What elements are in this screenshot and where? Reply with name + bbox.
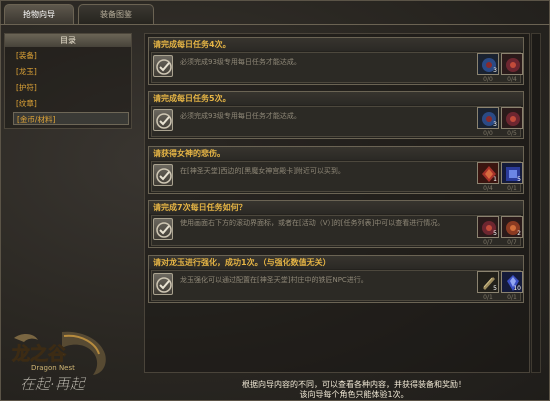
dragon-nest-logo-icon: 龙之谷 Dragon Nest 在起·再起 — [12, 331, 106, 393]
reward-count: 3 — [493, 121, 497, 128]
reward-progress: 0/0 — [483, 130, 493, 137]
quest-card: 请获得女神的悲伤。 在[神圣天堂]西边的[黑魔女神宫殿卡]附近可以买到。 1 5… — [148, 146, 524, 194]
scroll-icon[interactable]: 5 — [477, 271, 499, 293]
scrollbar[interactable] — [531, 33, 541, 373]
reward-progress: 0/1 — [507, 185, 517, 192]
quest-card: 请完成每日任务4次。 必须完成93级专用每日任务才能达成。 3 0/0 0/4 — [148, 37, 524, 85]
tab-bar: 抢物向导 装备图鉴 — [4, 4, 154, 24]
red-orb-icon[interactable] — [501, 107, 523, 129]
reward-count: 3 — [493, 67, 497, 74]
reward-count: 2 — [517, 230, 521, 237]
tab-loot-guide[interactable]: 抢物向导 — [4, 4, 74, 24]
footer-line-2: 该向导每个角色只能体验1次。 — [299, 390, 409, 399]
red-orb-icon[interactable] — [501, 53, 523, 75]
reward-count: 5 — [493, 230, 497, 237]
tab-divider — [0, 24, 550, 25]
reward-progress: 0/0 — [483, 76, 493, 83]
blue-orb-icon[interactable]: 3 — [477, 53, 499, 75]
sidebar: 目录 [装备] [龙玉] [护符] [纹章] [金币/材料] — [4, 33, 132, 129]
check-icon — [153, 218, 173, 240]
footer-line-1: 根据向导内容的不同，可以查看各种内容，并获得装备和奖励！ — [242, 380, 466, 389]
red-orb-icon[interactable]: 2 — [501, 216, 523, 238]
svg-text:在起·再起: 在起·再起 — [20, 375, 87, 393]
red-orb-icon[interactable]: 5 — [477, 216, 499, 238]
sidebar-title: 目录 — [5, 34, 131, 47]
reward-count: 10 — [513, 285, 521, 292]
check-icon — [153, 55, 173, 77]
reward-progress: 0/4 — [507, 76, 517, 83]
quest-description: 必须完成93级专用每日任务才能达成。 — [180, 58, 301, 66]
quest-card: 请完成7次每日任务如何？ 使用画面右下方的滚动界面标，或者在[活动（V）]的[任… — [148, 200, 524, 248]
svg-text:Dragon Nest: Dragon Nest — [31, 364, 75, 372]
reward-count: 1 — [493, 176, 497, 183]
check-icon — [153, 164, 173, 186]
reward-count: 5 — [493, 285, 497, 292]
quest-title: 请完成每日任务4次。 — [149, 38, 523, 51]
reward-progress: 0/7 — [483, 239, 493, 246]
svg-text:龙之谷: 龙之谷 — [12, 343, 67, 365]
game-logo: 龙之谷 Dragon Nest 在起·再起 — [4, 326, 132, 396]
quest-description: 必须完成93级专用每日任务才能达成。 — [180, 112, 301, 120]
reward-progress: 0/4 — [483, 185, 493, 192]
check-icon — [153, 109, 173, 131]
quest-title: 请获得女神的悲伤。 — [149, 147, 523, 160]
sidebar-item-gold-materials[interactable]: [金币/材料] — [13, 112, 129, 125]
reward-count: 5 — [517, 176, 521, 183]
sidebar-item-dragon-jade[interactable]: [龙玉] — [13, 65, 129, 78]
red-gem-icon[interactable]: 1 — [477, 162, 499, 184]
quest-description: 在[神圣天堂]西边的[黑魔女神宫殿卡]附近可以买到。 — [180, 167, 345, 175]
sidebar-item-amulet[interactable]: [护符] — [13, 81, 129, 94]
quest-card: 请完成每日任务5次。 必须完成93级专用每日任务才能达成。 3 0/0 0/5 — [148, 91, 524, 139]
sidebar-item-emblem[interactable]: [纹章] — [13, 97, 129, 110]
reward-progress: 0/7 — [507, 239, 517, 246]
blue-crystal-icon[interactable]: 10 — [501, 271, 523, 293]
quest-title: 请完成每日任务5次。 — [149, 92, 523, 105]
quest-card: 请对龙玉进行强化，成功1次。（与强化数值无关） 龙玉强化可以通过配置在[神圣天堂… — [148, 255, 524, 303]
quest-description: 使用画面右下方的滚动界面标，或者在[活动（V）]的[任务列表]中可以查看进行情况… — [180, 219, 445, 227]
tab-equipment-catalog[interactable]: 装备图鉴 — [78, 4, 154, 24]
blue-orb-icon[interactable]: 3 — [477, 107, 499, 129]
reward-progress: 0/5 — [507, 130, 517, 137]
quest-title: 请对龙玉进行强化，成功1次。（与强化数值无关） — [149, 256, 523, 269]
reward-progress: 0/1 — [483, 294, 493, 301]
reward-progress: 0/1 — [507, 294, 517, 301]
quest-title: 请完成7次每日任务如何？ — [149, 201, 523, 214]
check-icon — [153, 273, 173, 295]
sidebar-item-equipment[interactable]: [装备] — [13, 49, 129, 62]
blue-gem-icon[interactable]: 5 — [501, 162, 523, 184]
quest-description: 龙玉强化可以通过配置在[神圣天堂]村庄中的铁匠NPC进行。 — [180, 276, 368, 284]
footer-instructions: 根据向导内容的不同，可以查看各种内容，并获得装备和奖励！ 该向导每个角色只能体验… — [224, 380, 484, 400]
